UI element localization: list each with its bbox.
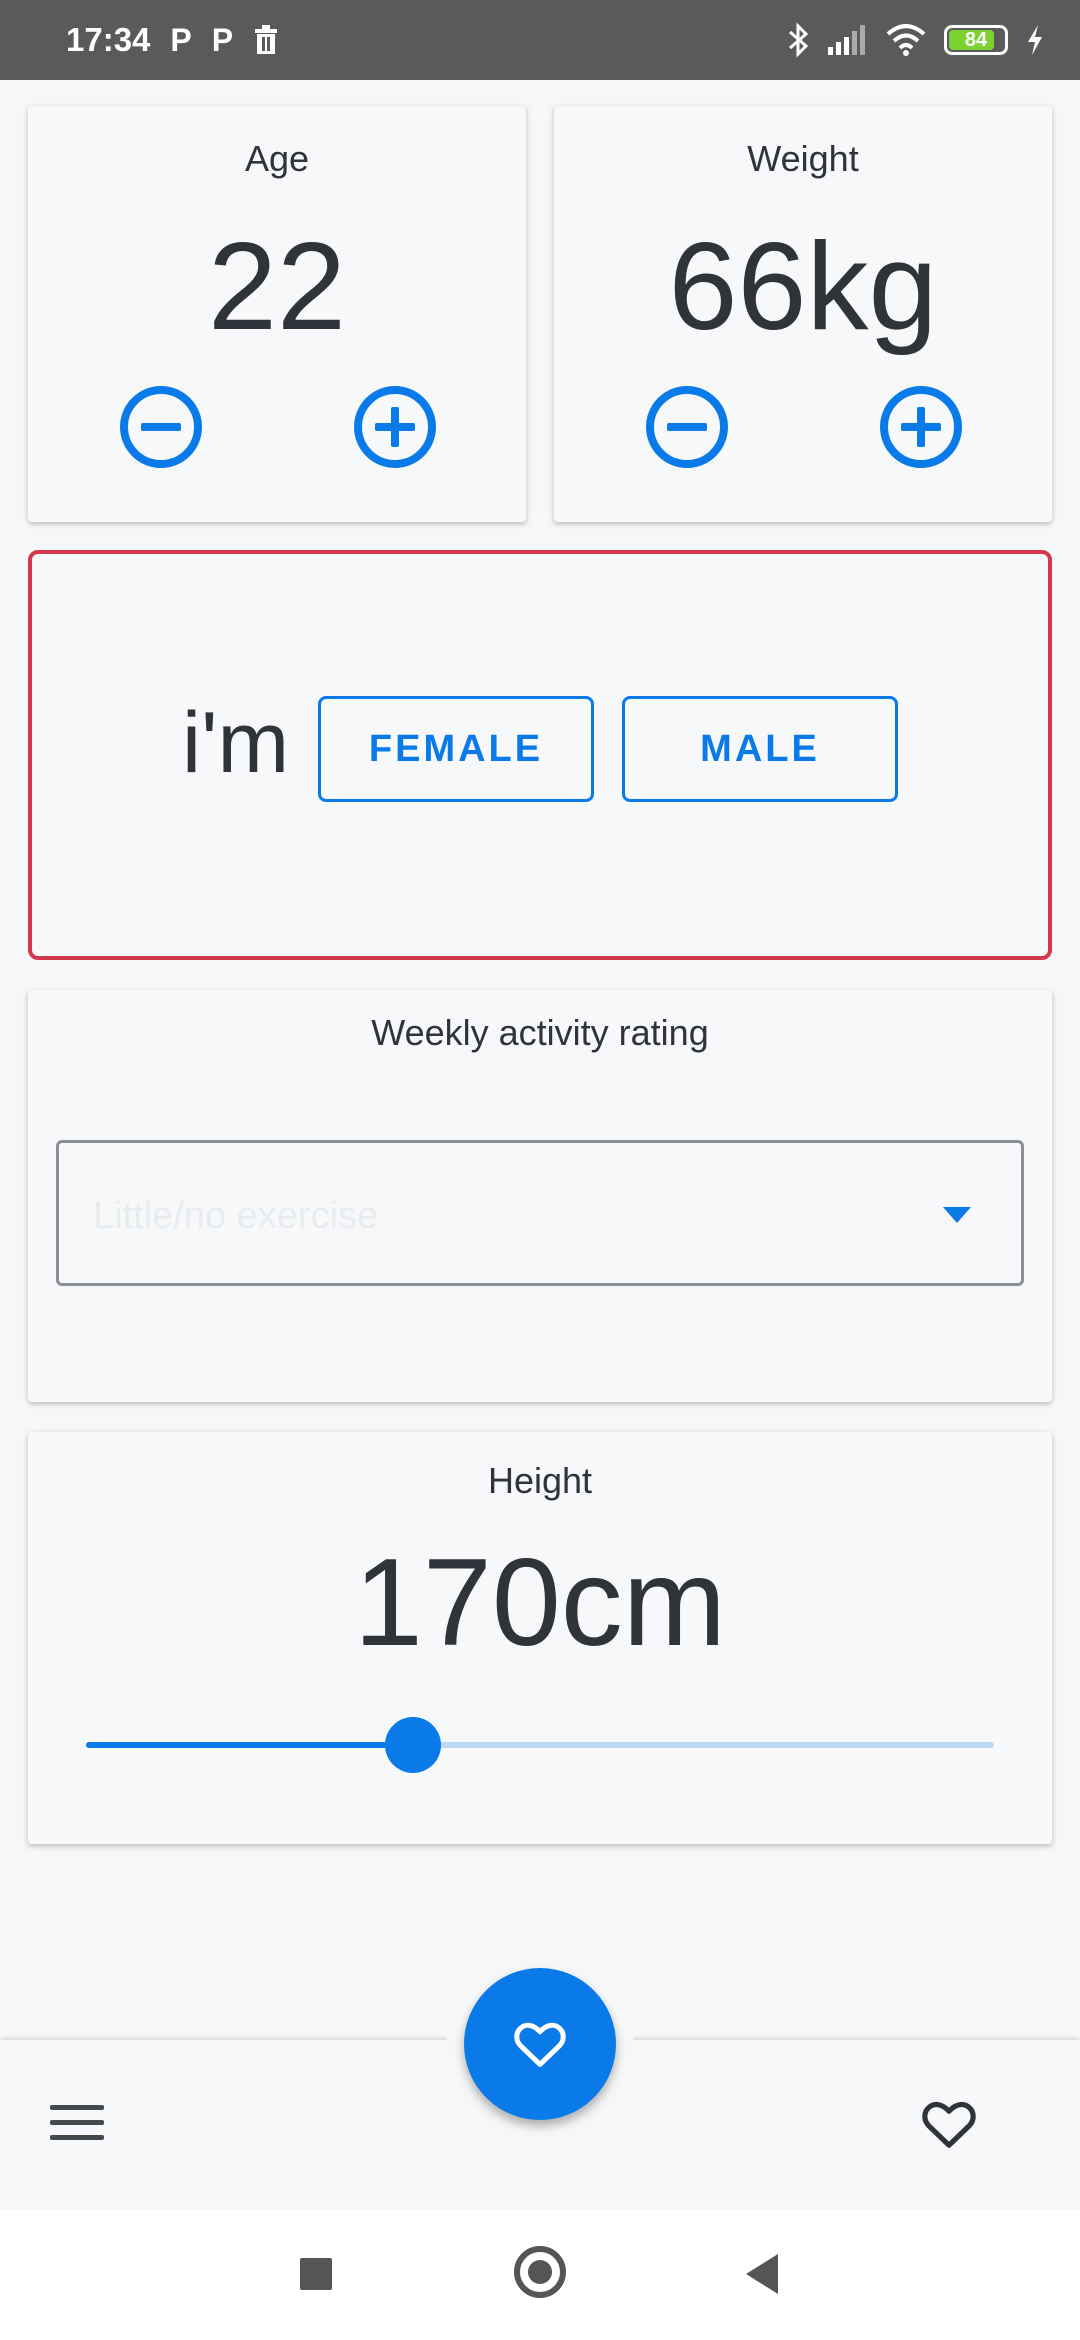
status-left: 17:34 P P — [66, 21, 279, 59]
gender-prefix: i'm — [182, 695, 290, 791]
parking-icon: P — [170, 22, 192, 58]
status-time: 17:34 — [66, 21, 151, 58]
age-decrement-button[interactable] — [120, 386, 202, 468]
heart-outline-icon[interactable] — [920, 2098, 978, 2150]
activity-label: Weekly activity rating — [371, 1012, 709, 1053]
height-slider-fill — [86, 1742, 413, 1748]
menu-line — [50, 2105, 104, 2110]
battery-level: 84 — [964, 28, 988, 51]
weight-increment-button[interactable] — [880, 386, 962, 468]
weight-card: Weight 66kg — [554, 106, 1052, 522]
female-button[interactable]: FEMALE — [318, 696, 594, 802]
home-button[interactable] — [514, 2246, 566, 2298]
fab-button[interactable] — [464, 1968, 616, 2120]
dropdown-arrow-icon — [943, 1207, 971, 1223]
height-label: Height — [487, 1460, 593, 1501]
weight-decrement-button[interactable] — [646, 386, 728, 468]
home-dot — [528, 2260, 552, 2284]
weight-value: 66kg — [668, 218, 938, 356]
trash-icon — [255, 25, 278, 54]
height-slider-thumb[interactable] — [385, 1717, 441, 1773]
minus-circle-icon — [141, 423, 181, 431]
heart-icon — [514, 2022, 566, 2067]
height-value: 170cm — [353, 1534, 727, 1672]
status-right: 84 — [786, 22, 1044, 58]
age-card: Age 22 — [28, 106, 526, 522]
menu-line — [50, 2120, 104, 2125]
status-bar: 17:34 P P 84 — [0, 0, 1080, 80]
activity-dropdown[interactable]: Little/no exercise — [56, 1140, 1024, 1286]
charging-icon — [1028, 25, 1042, 55]
signal-icon — [828, 25, 865, 55]
recents-button[interactable] — [300, 2258, 332, 2290]
back-button[interactable] — [746, 2254, 778, 2294]
age-value: 22 — [208, 218, 346, 356]
male-button[interactable]: MALE — [622, 696, 898, 802]
wifi-icon — [886, 24, 926, 56]
gender-card: i'm FEMALE MALE — [28, 550, 1052, 960]
menu-icon[interactable] — [50, 2105, 104, 2141]
battery-icon: 84 — [944, 25, 1008, 55]
activity-card: Weekly activity rating Little/no exercis… — [28, 990, 1052, 1402]
height-card: Height 170cm — [28, 1432, 1052, 1844]
activity-selected-value: Little/no exercise — [93, 1195, 379, 1237]
age-label: Age — [244, 138, 310, 179]
plus-vertical-bar — [391, 407, 399, 447]
parking-icon: P — [211, 22, 234, 58]
system-nav-bar — [0, 2210, 1080, 2340]
plus-vertical-bar — [917, 407, 925, 447]
age-increment-button[interactable] — [354, 386, 436, 468]
weight-label: Weight — [747, 138, 859, 179]
minus-circle-icon — [667, 423, 707, 431]
bluetooth-icon — [789, 22, 809, 58]
menu-line — [50, 2135, 104, 2140]
